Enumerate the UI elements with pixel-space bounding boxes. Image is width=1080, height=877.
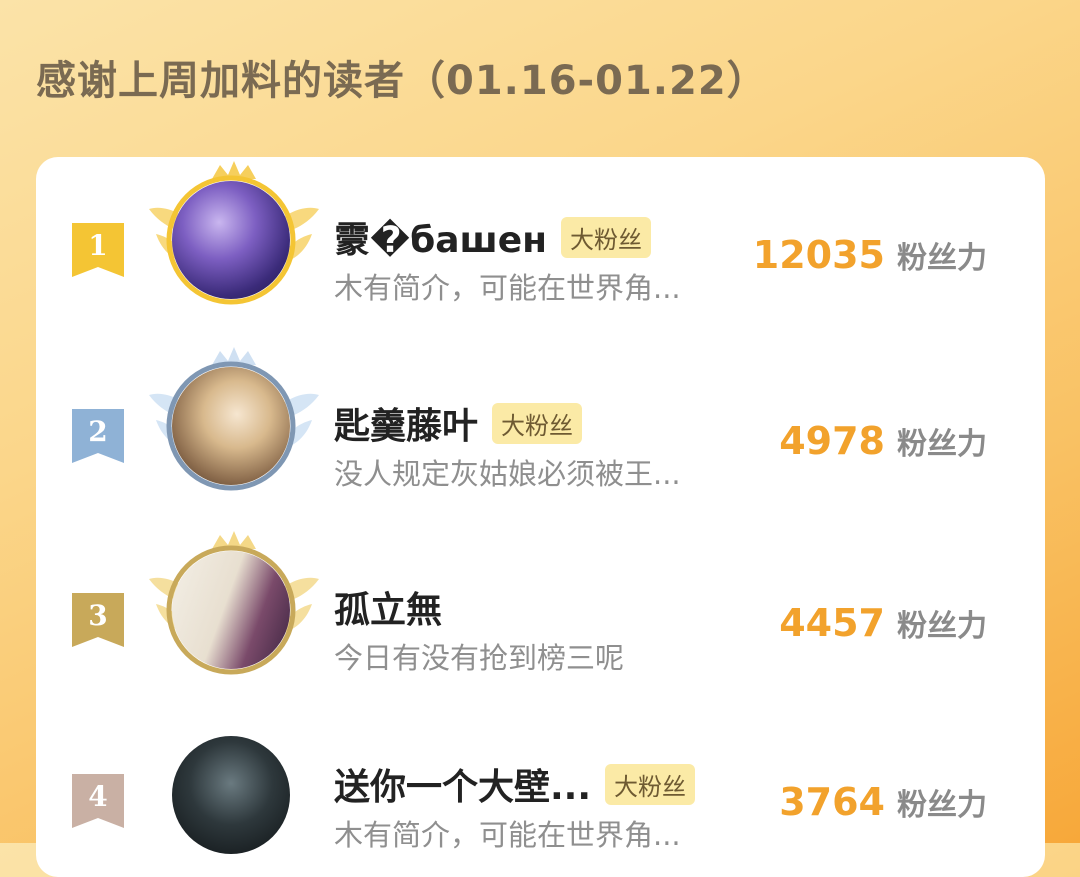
avatar-frame-bronze xyxy=(144,529,324,689)
score-value: 4978 xyxy=(779,419,885,463)
avatar-frame-gold xyxy=(144,159,324,319)
fan-power-score: 4457 粉丝力 xyxy=(779,601,987,645)
score-unit: 粉丝力 xyxy=(897,241,987,276)
score-unit: 粉丝力 xyxy=(897,427,987,462)
score-unit: 粉丝力 xyxy=(897,609,987,644)
rank-number: 2 xyxy=(88,415,108,448)
ranking-row-3[interactable]: 3 孤立無 今日有没有抢到榜三呢 4457 粉丝力 xyxy=(36,531,1045,687)
fan-level-badge: 大粉丝 xyxy=(492,402,583,444)
user-bio: 木有简介，可能在世界角... xyxy=(334,271,681,305)
fan-power-score: 12035 粉丝力 xyxy=(753,233,987,277)
rank-number: 1 xyxy=(88,229,108,262)
rank-badge-fourth: 4 xyxy=(72,774,124,828)
user-name[interactable]: 送你一个大壁... xyxy=(334,758,591,810)
user-bio: 今日有没有抢到榜三呢 xyxy=(334,641,625,675)
rank-number: 3 xyxy=(88,599,108,632)
fan-level-badge: 大粉丝 xyxy=(561,216,652,258)
rank-number: 4 xyxy=(88,780,108,813)
user-bio: 木有简介，可能在世界角... xyxy=(334,818,681,852)
page-title: 感谢上周加料的读者（01.16-01.22） xyxy=(36,58,768,104)
avatar-frame xyxy=(144,714,324,874)
score-value: 3764 xyxy=(779,780,885,824)
user-name[interactable]: 孤立無 xyxy=(334,581,442,633)
avatar-frame-silver xyxy=(144,345,324,505)
fan-power-score: 4978 粉丝力 xyxy=(779,419,987,463)
ranking-row-2[interactable]: 2 匙羹藤叶 大粉丝 没人规定灰姑娘必须被王... 4978 粉丝力 xyxy=(36,347,1045,503)
fan-power-score: 3764 粉丝力 xyxy=(779,780,987,824)
avatar[interactable] xyxy=(172,181,290,299)
avatar[interactable] xyxy=(172,736,290,854)
fan-level-badge: 大粉丝 xyxy=(605,763,696,805)
ranking-row-4[interactable]: 4 送你一个大壁... 大粉丝 木有简介，可能在世界角... 3764 粉丝力 xyxy=(36,722,1045,872)
rank-badge-bronze: 3 xyxy=(72,593,124,647)
rank-badge-gold: 1 xyxy=(72,223,124,277)
avatar[interactable] xyxy=(172,551,290,669)
ranking-row-1[interactable]: 1 霥�башен 大粉丝 木有简介，可能在世界角... 12035 粉丝力 xyxy=(36,161,1045,317)
user-name[interactable]: 匙羹藤叶 xyxy=(334,397,478,449)
rank-badge-silver: 2 xyxy=(72,409,124,463)
avatar[interactable] xyxy=(172,367,290,485)
score-value: 12035 xyxy=(752,233,885,277)
user-bio: 没人规定灰姑娘必须被王... xyxy=(334,457,681,491)
score-unit: 粉丝力 xyxy=(897,788,987,823)
user-name[interactable]: 霥�башен xyxy=(334,211,547,263)
score-value: 4457 xyxy=(779,601,885,645)
ranking-card: 1 霥�башен 大粉丝 木有简介，可能在世界角... 12035 粉丝力 2… xyxy=(36,157,1045,877)
